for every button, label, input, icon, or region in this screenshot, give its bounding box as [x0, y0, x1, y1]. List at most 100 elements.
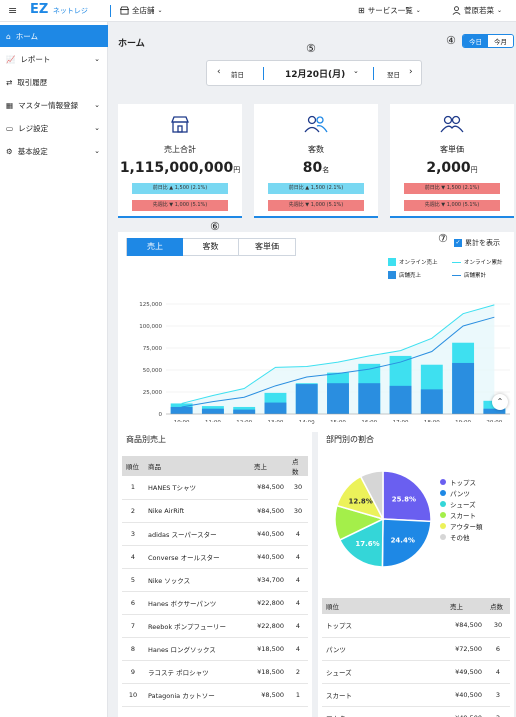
prev-day-button[interactable]: 前日: [231, 69, 244, 79]
legend-label: トップス: [450, 479, 476, 487]
table-row[interactable]: シューズ ¥49,500 4: [322, 660, 510, 684]
period-month-button[interactable]: 今月: [488, 35, 513, 47]
sales-cell: ¥84,500: [250, 499, 288, 523]
sidebar-item-history[interactable]: ⇄ 取引履歴: [0, 71, 108, 93]
qty-cell: 30: [486, 614, 510, 638]
user-menu[interactable]: 菅原若菜 ⌄: [452, 5, 502, 16]
table-row[interactable]: スカート ¥40,500 3: [322, 683, 510, 707]
qty-cell: 30: [288, 476, 308, 500]
chevron-down-icon: ⌄: [94, 101, 100, 109]
chevron-right-icon[interactable]: ›: [409, 67, 413, 77]
checkbox-checked-icon[interactable]: ✓: [454, 239, 462, 247]
user-name: 菅原若菜: [464, 6, 494, 15]
store-selector[interactable]: 全店舗 ⌄: [120, 5, 163, 16]
tab-unit-price[interactable]: 客単価: [239, 238, 295, 256]
sales-cell: ¥40,500: [446, 683, 486, 707]
period-today-button[interactable]: 今日: [463, 35, 488, 47]
cumulative-toggle[interactable]: ✓ 累計を表示: [454, 238, 500, 248]
qty-cell: 4: [288, 637, 308, 661]
sales-cell: ¥72,500: [446, 637, 486, 661]
store-sales-bar: [233, 409, 256, 414]
scroll-top-button[interactable]: ⌃: [492, 394, 508, 410]
swap-icon: ⇄: [6, 77, 13, 87]
table-row[interactable]: 4 Converse オールスター ¥40,500 4: [122, 545, 308, 569]
chevron-left-icon[interactable]: ‹: [217, 67, 221, 77]
sales-cell: ¥22,800: [250, 614, 288, 638]
legend-dot: [440, 490, 446, 496]
table-row[interactable]: 3 adidas スーパースター ¥40,500 4: [122, 522, 308, 546]
sidebar-item-home[interactable]: ⌂ ホーム: [0, 25, 108, 47]
qty-cell: 6: [486, 637, 510, 661]
sidebar-item-label: ホーム: [15, 31, 39, 41]
table-row[interactable]: 9 ラコステ ポロシャツ ¥18,500 2: [122, 660, 308, 684]
legend-label: パンツ: [450, 490, 470, 498]
chevron-down-icon: ⌄: [94, 55, 100, 63]
user-icon: [452, 6, 461, 15]
card-icon: ▭: [6, 123, 14, 133]
table-row[interactable]: 2 Nike AirRift ¥84,500 30: [122, 499, 308, 523]
service-menu[interactable]: ⊞ サービス一覧 ⌄: [358, 5, 421, 16]
hamburger-icon[interactable]: ≡: [8, 4, 17, 17]
table-row[interactable]: 1 HANES Tシャツ ¥84,500 30: [122, 476, 308, 500]
sidebar-item-basic-settings[interactable]: ⚙ 基本設定 ⌄: [0, 140, 108, 162]
grid-icon: ⊞: [358, 6, 365, 15]
sidebar-item-report[interactable]: 📈 レポート ⌄: [0, 48, 108, 70]
panel-title: 部門別の割合: [326, 435, 374, 444]
legend-label: スカート: [450, 512, 476, 520]
marker-7: ⑦: [438, 232, 448, 245]
rank-cell: 1: [122, 476, 144, 500]
store-sales-bar: [201, 408, 224, 414]
table-row[interactable]: 5 Nike ソックス ¥34,700 4: [122, 568, 308, 592]
tab-customers[interactable]: 客数: [183, 238, 239, 256]
sales-chart: 125,000100,00075,00050,00025,000010:0011…: [139, 302, 510, 426]
chevron-down-icon: ⌄: [94, 147, 100, 155]
store-sales-bar: [327, 383, 349, 414]
pie-slice-label: 25.8%: [392, 496, 416, 504]
product-cell: Hanes ロングソックス: [144, 637, 250, 661]
kpi-number: 80: [302, 160, 323, 176]
store-sales-bar: [420, 389, 443, 414]
table-row[interactable]: アウター¥49,5003: [322, 706, 510, 717]
prev-day-compare: 前日比 ▲ 1,500 (2.1%): [268, 183, 364, 194]
rank-cell: 2: [122, 499, 144, 523]
kpi-value: 2,000円: [390, 160, 514, 176]
sidebar: ⌂ ホーム 📈 レポート ⌄ ⇄ 取引履歴 ▦ マスター情報登録 ⌄ ▭ レジ設…: [0, 22, 108, 717]
pie-slice-label: 17.6%: [355, 540, 379, 548]
sidebar-item-register-settings[interactable]: ▭ レジ設定 ⌄: [0, 117, 108, 139]
sidebar-item-master[interactable]: ▦ マスター情報登録 ⌄: [0, 94, 108, 116]
pie-legend: トップス パンツ シューズ スカート アウター類 その他: [440, 478, 483, 544]
sidebar-item-label: マスター情報登録: [18, 100, 79, 110]
product-table-wrap: 順位 商品 売上 点数 1 HANES Tシャツ ¥84,500 30 2 Nike Ai…: [122, 456, 308, 707]
col-qty: 点数: [486, 598, 510, 614]
department-pie-chart: 25.8% 24.4% 17.6% 12.8%: [334, 470, 432, 568]
product-cell: Hanes ボクサーパンツ: [144, 591, 250, 615]
table-row[interactable]: 7 Reebok ポンプフューリー ¥22,800 4: [122, 614, 308, 638]
current-date[interactable]: 12月20日(月): [285, 67, 345, 80]
table-row[interactable]: 8 Hanes ロングソックス ¥18,500 4: [122, 637, 308, 661]
qty-cell: 4: [288, 614, 308, 638]
legend-dot: [440, 479, 446, 485]
sales-cell: ¥49,500: [446, 660, 486, 684]
kpi-title: 売上合計: [164, 145, 196, 154]
qty-cell: 4: [288, 568, 308, 592]
logo-sub: ネットレジ: [52, 7, 88, 15]
kpi-card-customers: 客数 80名 前日比 ▲ 1,500 (2.1%) 先週比 ▼ 1,000 (5…: [254, 104, 378, 218]
table-row[interactable]: 10 Patagonia カットソー ¥8,500 1: [122, 683, 308, 707]
product-sales-panel: 商品別売上 順位 商品 売上 点数 1 HANES Tシャツ ¥84,500 30 2 N…: [118, 422, 312, 717]
chart-panel: ⑥ 売上 客数 客単価 ⑦ ✓ 累計を表示 オンライン売上 オンライン累計 店舗…: [118, 220, 514, 432]
sidebar-item-label: 基本設定: [17, 146, 48, 156]
tab-sales[interactable]: 売上: [127, 238, 183, 256]
table-row[interactable]: 6 Hanes ボクサーパンツ ¥22,800 4: [122, 591, 308, 615]
panel-title: 商品別売上: [126, 435, 166, 444]
gear-icon: ⚙: [6, 146, 13, 156]
legend-item: スカート: [440, 511, 483, 522]
store-label: 全店舗: [132, 6, 155, 15]
dept-cell: アウター: [322, 706, 446, 717]
table-row[interactable]: トップス ¥84,500 30: [322, 614, 510, 638]
sales-cell: ¥22,800: [250, 591, 288, 615]
next-day-button[interactable]: 翌日: [387, 69, 400, 79]
table-row[interactable]: パンツ ¥72,500 6: [322, 637, 510, 661]
service-label: サービス一覧: [367, 6, 413, 15]
legend-online-cum: オンライン累計: [464, 260, 503, 266]
calendar-dropdown-icon[interactable]: ⌄: [353, 67, 359, 75]
